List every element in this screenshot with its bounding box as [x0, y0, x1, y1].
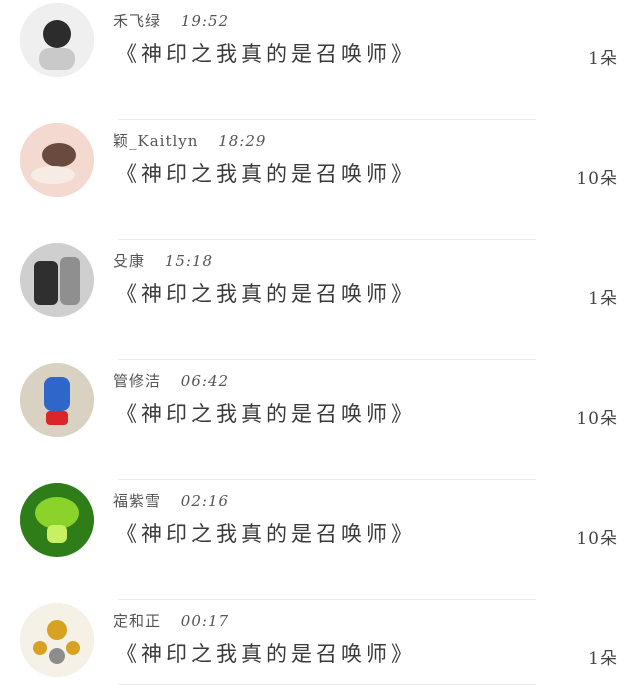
- sender-meta: 定和正 00:17: [113, 610, 229, 631]
- flower-count: 1朵: [588, 289, 618, 309]
- avatar[interactable]: [20, 483, 94, 557]
- flower-count: 1朵: [588, 649, 618, 669]
- avatar[interactable]: [20, 603, 94, 677]
- flower-count: 1朵: [588, 49, 618, 69]
- send-time: 02:16: [180, 492, 230, 510]
- list-item[interactable]: 管修洁 06:42 《神印之我真的是召唤师》 10朵: [0, 360, 640, 480]
- flower-count: 10朵: [576, 529, 618, 549]
- book-title: 《神印之我真的是召唤师》: [116, 642, 416, 666]
- send-time: 15:18: [164, 252, 214, 270]
- list-item[interactable]: 颖_Kaitlyn 18:29 《神印之我真的是召唤师》 10朵: [0, 120, 640, 240]
- book-title: 《神印之我真的是召唤师》: [116, 522, 416, 546]
- sender-meta: 管修洁 06:42: [113, 370, 229, 391]
- book-title: 《神印之我真的是召唤师》: [116, 282, 416, 306]
- avatar[interactable]: [20, 123, 94, 197]
- list-item[interactable]: 福紫雪 02:16 《神印之我真的是召唤师》 10朵: [0, 480, 640, 600]
- flower-count: 10朵: [576, 169, 618, 189]
- sender-name: 福紫雪: [113, 492, 162, 510]
- sender-meta: 殳康 15:18: [113, 250, 213, 271]
- flower-sender-list: 禾飞绿 19:52 《神印之我真的是召唤师》 1朵 颖_Kaitlyn 18:2…: [0, 0, 640, 685]
- sender-name: 殳康: [113, 252, 146, 270]
- sender-meta: 禾飞绿 19:52: [113, 10, 229, 31]
- send-time: 00:17: [180, 612, 230, 630]
- book-title: 《神印之我真的是召唤师》: [116, 402, 416, 426]
- book-title: 《神印之我真的是召唤师》: [116, 42, 416, 66]
- sender-name: 定和正: [113, 612, 162, 630]
- send-time: 18:29: [218, 132, 267, 150]
- book-title: 《神印之我真的是召唤师》: [116, 162, 416, 186]
- list-item[interactable]: 禾飞绿 19:52 《神印之我真的是召唤师》 1朵: [0, 0, 640, 120]
- avatar[interactable]: [20, 363, 94, 437]
- sender-meta: 颖_Kaitlyn 18:29: [113, 130, 266, 151]
- sender-name: 禾飞绿: [113, 12, 162, 30]
- send-time: 19:52: [180, 12, 230, 30]
- send-time: 06:42: [180, 372, 230, 390]
- list-item[interactable]: 殳康 15:18 《神印之我真的是召唤师》 1朵: [0, 240, 640, 360]
- sender-meta: 福紫雪 02:16: [113, 490, 229, 511]
- flower-count: 10朵: [576, 409, 618, 429]
- list-item[interactable]: 定和正 00:17 《神印之我真的是召唤师》 1朵: [0, 600, 640, 685]
- avatar[interactable]: [20, 3, 94, 77]
- avatar[interactable]: [20, 243, 94, 317]
- sender-name: 颖_Kaitlyn: [113, 132, 199, 150]
- sender-name: 管修洁: [113, 372, 162, 390]
